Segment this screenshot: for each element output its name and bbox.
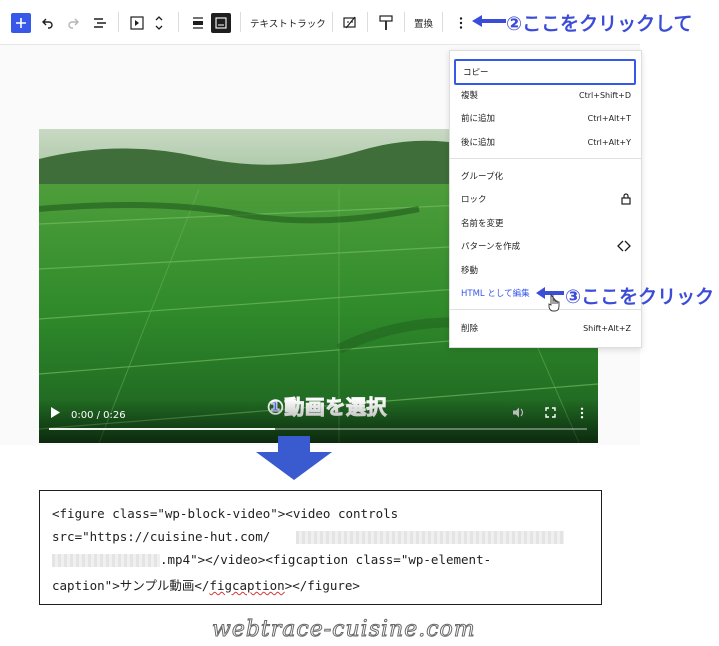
move-buttons[interactable] [152, 11, 166, 35]
code-line-4: caption">サンプル動画</figcaption></figure> [52, 575, 360, 594]
replace-label: 置換 [414, 19, 434, 30]
align-icon [193, 17, 203, 29]
text-track-button[interactable]: テキストトラック [250, 14, 326, 32]
options-icon [459, 17, 463, 29]
menu-item-delete[interactable]: 削除 Shift+Alt+Z [461, 321, 631, 335]
menu-item-copy[interactable]: コピー [454, 59, 636, 85]
menu-item-label: 移動 [461, 266, 479, 276]
menu-item-label: 後に追加 [461, 138, 496, 148]
undo-button[interactable] [39, 14, 57, 32]
fullscreen-icon [545, 407, 556, 418]
annotation-arrow-2-icon [472, 15, 506, 27]
video-progress-bar[interactable] [49, 428, 587, 430]
more-vertical-icon [580, 407, 584, 419]
menu-item-label: 名前を変更 [461, 219, 504, 229]
toolbar-separator [240, 12, 241, 32]
video-more-button[interactable] [580, 407, 584, 422]
code-line-1: <figure class="wp-block-video"><video co… [52, 506, 399, 521]
video-time: 0:00 / 0:26 [71, 410, 126, 421]
menu-item-rename[interactable]: 名前を変更 [461, 216, 631, 230]
redo-icon [68, 18, 79, 29]
menu-item-insert-after[interactable]: 後に追加 Ctrl+Alt+Y [461, 135, 631, 149]
menu-shortcut: Ctrl+Shift+D [579, 90, 631, 100]
menu-item-label: グループ化 [461, 172, 503, 182]
menu-item-label: 前に追加 [461, 114, 496, 124]
play-icon [51, 407, 60, 418]
list-view-button[interactable] [90, 14, 110, 32]
video-progress-fill [49, 428, 275, 430]
redacted-url-segment [296, 531, 564, 544]
menu-shortcut: Ctrl+Alt+Y [587, 137, 631, 147]
redo-button[interactable] [64, 14, 82, 32]
menu-item-label: 削除 [461, 324, 479, 334]
caption-button[interactable] [340, 13, 360, 33]
pattern-icon [617, 240, 631, 252]
video-block-button[interactable] [127, 13, 147, 33]
undo-icon [42, 18, 53, 29]
align-button[interactable] [188, 13, 208, 33]
full-width-icon [215, 17, 227, 29]
list-view-icon [94, 18, 106, 28]
menu-item-duplicate[interactable]: 複製 Ctrl+Shift+D [461, 88, 631, 102]
menu-item-label: 複製 [461, 91, 479, 101]
menu-item-label: パターンを作成 [461, 242, 521, 252]
menu-item-create-pattern[interactable]: パターンを作成 [461, 239, 631, 253]
play-button[interactable] [51, 407, 60, 421]
add-block-button[interactable] [11, 13, 31, 33]
menu-item-insert-before[interactable]: 前に追加 Ctrl+Alt+T [461, 111, 631, 125]
watermark: webtrace-cuisine.com [212, 617, 476, 643]
styles-button[interactable] [376, 13, 396, 33]
move-arrows-icon [155, 16, 163, 30]
hand-cursor-icon [548, 294, 560, 312]
mute-button[interactable] [513, 407, 525, 421]
menu-separator [450, 158, 641, 159]
code-line-3: .mp4"></video><figcaption class="wp-elem… [160, 552, 492, 567]
toolbar-separator [332, 12, 333, 32]
menu-item-move[interactable]: 移動 [461, 263, 631, 277]
video-block-icon [130, 16, 144, 30]
text-track-label: テキストトラック [250, 19, 326, 30]
fullscreen-button[interactable] [545, 407, 556, 421]
plus-icon [16, 18, 26, 28]
toolbar-separator [404, 12, 405, 32]
toolbar-separator [367, 12, 368, 32]
menu-item-group[interactable]: グループ化 [461, 169, 631, 183]
redacted-url-segment [52, 554, 160, 567]
menu-separator [450, 309, 641, 310]
menu-shortcut: Shift+Alt+Z [583, 323, 631, 333]
menu-item-lock[interactable]: ロック [461, 192, 631, 206]
spellcheck-word: figcaption [209, 578, 285, 593]
code-line-2: src="https://cuisine-hut.com/ [52, 529, 271, 544]
toolbar-separator [118, 12, 119, 32]
menu-item-label: コピー [463, 68, 489, 78]
paint-roller-icon [379, 15, 393, 30]
annotation-step-3: ③ここをクリック [565, 286, 715, 308]
code-caption-end: ></figure> [284, 578, 360, 593]
lock-icon [621, 193, 631, 205]
replace-button[interactable]: 置換 [414, 14, 433, 32]
menu-item-label: HTML として編集 [461, 289, 530, 299]
code-caption-start: caption">サンプル動画</ [52, 578, 210, 593]
menu-item-label: ロック [461, 195, 487, 205]
volume-icon [513, 407, 524, 418]
full-width-button[interactable] [211, 13, 231, 33]
block-options-button[interactable] [452, 13, 470, 33]
menu-shortcut: Ctrl+Alt+T [587, 113, 631, 123]
annotation-step-2: ②ここをクリックして [506, 13, 693, 35]
toolbar-separator [442, 12, 443, 32]
toolbar-separator [178, 12, 179, 32]
down-arrow-icon [256, 436, 332, 480]
html-code-editor[interactable]: <figure class="wp-block-video"><video co… [39, 490, 602, 605]
caption-icon [343, 16, 356, 29]
